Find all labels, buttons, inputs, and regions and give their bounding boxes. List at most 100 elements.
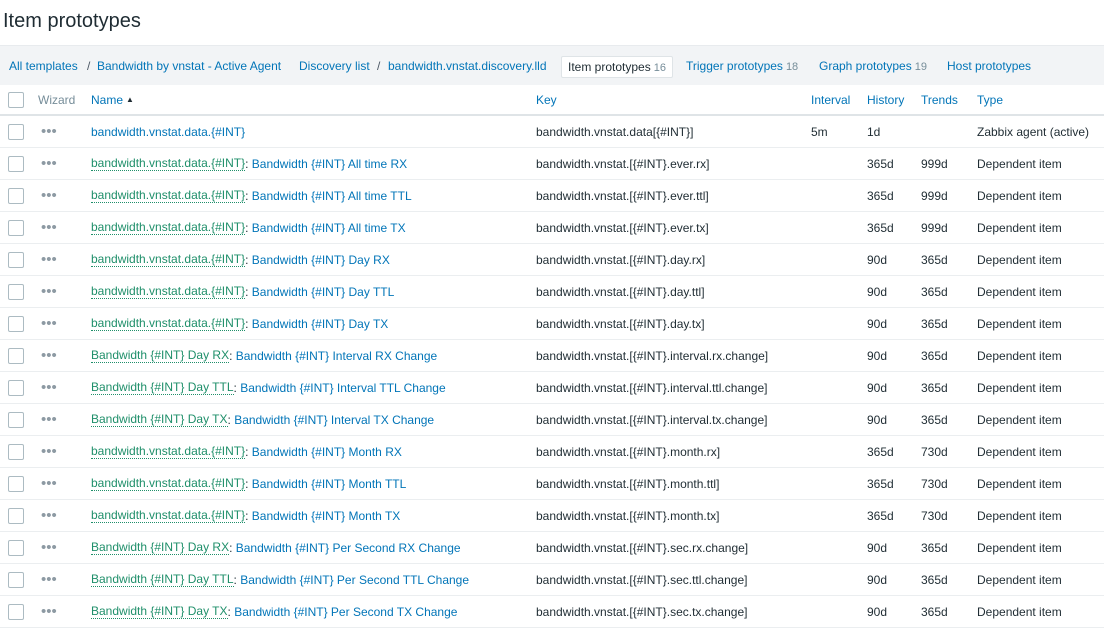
master-item-link[interactable]: bandwidth.vnstat.data.{#INT} (91, 252, 246, 267)
more-options-icon[interactable]: ••• (41, 476, 57, 491)
master-item-link[interactable]: bandwidth.vnstat.data.{#INT} (91, 188, 246, 203)
type-cell: Dependent item (977, 252, 1062, 267)
row-checkbox[interactable] (8, 539, 24, 556)
row-checkbox[interactable] (8, 251, 24, 268)
master-item-link[interactable]: Bandwidth {#INT} Day TTL (91, 380, 234, 395)
item-name-link[interactable]: Bandwidth {#INT} Per Second TX Change (234, 605, 457, 619)
master-item-link[interactable]: Bandwidth {#INT} Day TX (91, 412, 228, 427)
more-options-icon[interactable]: ••• (41, 412, 57, 427)
table-row: ••• bandwidth.vnstat.data.{#INT}: Bandwid… (0, 212, 1104, 244)
more-options-icon[interactable]: ••• (41, 380, 57, 395)
row-checkbox[interactable] (8, 155, 24, 172)
name-separator: : (227, 412, 235, 427)
item-name-link[interactable]: Bandwidth {#INT} All time RX (252, 157, 407, 171)
master-item-link[interactable]: bandwidth.vnstat.data.{#INT} (91, 444, 246, 459)
master-item-link[interactable]: bandwidth.vnstat.data.{#INT} (91, 316, 246, 331)
more-options-icon[interactable]: ••• (41, 508, 57, 523)
item-name-link[interactable]: Bandwidth {#INT} All time TX (252, 221, 406, 235)
breadcrumb-discovery-list[interactable]: Discovery list (299, 59, 370, 73)
key-cell: bandwidth.vnstat.[{#INT}.day.tx] (536, 316, 705, 331)
item-name-link[interactable]: Bandwidth {#INT} Day TTL (252, 285, 395, 299)
more-options-icon[interactable]: ••• (41, 220, 57, 235)
master-item-link[interactable]: Bandwidth {#INT} Day RX (91, 540, 230, 555)
row-checkbox[interactable] (8, 571, 24, 588)
item-name-link[interactable]: Bandwidth {#INT} Month RX (252, 445, 402, 459)
more-options-icon[interactable]: ••• (41, 348, 57, 363)
item-name-link[interactable]: Bandwidth {#INT} Month TTL (252, 477, 407, 491)
row-checkbox[interactable] (8, 475, 24, 492)
more-options-icon[interactable]: ••• (41, 572, 57, 587)
history-cell: 90d (867, 284, 888, 299)
master-item-link[interactable]: bandwidth.vnstat.data.{#INT} (91, 156, 246, 171)
item-name-link[interactable]: Bandwidth {#INT} Interval TTL Change (240, 381, 445, 395)
item-name-link[interactable]: Bandwidth {#INT} Month TX (252, 509, 401, 523)
item-name-link[interactable]: Bandwidth {#INT} Interval TX Change (234, 413, 434, 427)
more-options-icon[interactable]: ••• (41, 604, 57, 619)
trends-cell: 365d (921, 540, 948, 555)
row-checkbox[interactable] (8, 443, 24, 460)
tab-item-prototypes-count: 16 (653, 62, 666, 74)
row-checkbox[interactable] (8, 347, 24, 364)
header-name[interactable]: Name ▲ (91, 85, 134, 114)
key-cell: bandwidth.vnstat.[{#INT}.sec.ttl.change] (536, 572, 748, 587)
table-row: ••• bandwidth.vnstat.data.{#INT}: Bandwid… (0, 148, 1104, 180)
master-item-link[interactable]: bandwidth.vnstat.data.{#INT} (91, 220, 246, 235)
wizard-cell: ••• (41, 500, 57, 531)
more-options-icon[interactable]: ••• (41, 444, 57, 459)
item-name-link[interactable]: Bandwidth {#INT} Per Second TTL Change (240, 573, 469, 587)
item-name-link[interactable]: Bandwidth {#INT} Day TX (252, 317, 389, 331)
more-options-icon[interactable]: ••• (41, 540, 57, 555)
tab-item-prototypes[interactable]: Item prototypes 16 (561, 56, 673, 78)
row-checkbox[interactable] (8, 283, 24, 300)
more-options-icon[interactable]: ••• (41, 284, 57, 299)
master-item-link[interactable]: bandwidth.vnstat.data.{#INT} (91, 284, 246, 299)
master-item-link[interactable]: Bandwidth {#INT} Day TTL (91, 572, 234, 587)
row-checkbox[interactable] (8, 411, 24, 428)
trends-cell: 365d (921, 348, 948, 363)
row-checkbox[interactable] (8, 507, 24, 524)
item-name-link[interactable]: Bandwidth {#INT} Interval RX Change (236, 349, 437, 363)
master-item-link[interactable]: bandwidth.vnstat.data.{#INT} (91, 508, 246, 523)
key-cell: bandwidth.vnstat.[{#INT}.ever.rx] (536, 156, 710, 171)
more-options-icon[interactable]: ••• (41, 188, 57, 203)
select-all-checkbox[interactable] (8, 91, 24, 108)
row-checkbox[interactable] (8, 315, 24, 332)
header-interval[interactable]: Interval (811, 85, 850, 114)
type-cell: Dependent item (977, 572, 1062, 587)
item-name-link[interactable]: Bandwidth {#INT} Per Second RX Change (236, 541, 461, 555)
item-name-link[interactable]: bandwidth.vnstat.data.{#INT} (91, 125, 245, 139)
key-cell: bandwidth.vnstat.[{#INT}.month.ttl] (536, 476, 720, 491)
breadcrumb-template[interactable]: Bandwidth by vnstat - Active Agent (97, 59, 281, 73)
master-item-link[interactable]: bandwidth.vnstat.data.{#INT} (91, 476, 246, 491)
tab-host-prototypes[interactable]: Host prototypes (941, 56, 1037, 78)
type-cell: Dependent item (977, 316, 1062, 331)
master-item-link[interactable]: Bandwidth {#INT} Day TX (91, 604, 228, 619)
tab-trigger-prototypes[interactable]: Trigger prototypes 18 (680, 56, 804, 78)
row-checkbox[interactable] (8, 187, 24, 204)
row-checkbox[interactable] (8, 603, 24, 620)
wizard-cell: ••• (41, 436, 57, 467)
row-checkbox[interactable] (8, 123, 24, 140)
select-all-cell (8, 85, 24, 114)
table-row: ••• bandwidth.vnstat.data.{#INT} bandwidth… (0, 116, 1104, 148)
item-name-link[interactable]: Bandwidth {#INT} All time TTL (252, 189, 412, 203)
breadcrumb-discovery-rule[interactable]: bandwidth.vnstat.discovery.lld (388, 59, 547, 73)
header-type[interactable]: Type (977, 85, 1003, 114)
item-name-link[interactable]: Bandwidth {#INT} Day RX (252, 253, 390, 267)
table-row: ••• bandwidth.vnstat.data.{#INT}: Bandwid… (0, 244, 1104, 276)
table-row: ••• bandwidth.vnstat.data.{#INT}: Bandwid… (0, 500, 1104, 532)
header-history[interactable]: History (867, 85, 904, 114)
type-cell: Dependent item (977, 412, 1062, 427)
row-checkbox[interactable] (8, 219, 24, 236)
more-options-icon[interactable]: ••• (41, 124, 57, 139)
breadcrumb-all-templates[interactable]: All templates (9, 59, 78, 73)
more-options-icon[interactable]: ••• (41, 316, 57, 331)
tab-graph-prototypes[interactable]: Graph prototypes 19 (813, 56, 933, 78)
header-trends[interactable]: Trends (921, 85, 958, 114)
more-options-icon[interactable]: ••• (41, 252, 57, 267)
row-checkbox[interactable] (8, 379, 24, 396)
master-item-link[interactable]: Bandwidth {#INT} Day RX (91, 348, 230, 363)
history-cell: 90d (867, 412, 888, 427)
header-key[interactable]: Key (536, 85, 557, 114)
more-options-icon[interactable]: ••• (41, 156, 57, 171)
